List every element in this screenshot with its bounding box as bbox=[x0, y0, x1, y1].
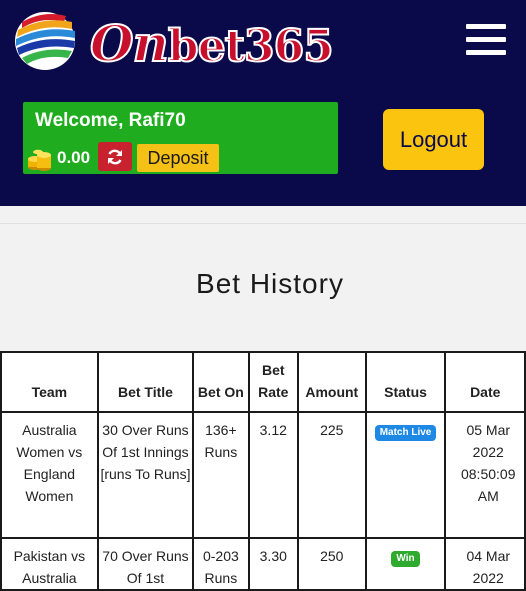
cell-bet-rate: 3.30 bbox=[247, 537, 300, 591]
status-badge: Win bbox=[391, 551, 420, 567]
header-bet-title: Bet Title bbox=[96, 351, 195, 413]
cell-date: 05 Mar 2022 08:50:09 AM bbox=[444, 411, 526, 539]
page-title: Bet History bbox=[196, 268, 344, 299]
header-team: Team bbox=[0, 351, 99, 413]
striped-ball-logo-icon bbox=[15, 12, 75, 70]
main-content: Bet History Team Bet Title Bet On Bet Ra… bbox=[0, 223, 526, 591]
deposit-button[interactable]: Deposit bbox=[137, 144, 219, 172]
cell-bet-rate: 3.12 bbox=[247, 411, 300, 539]
cell-team: Australia Women vs England Women bbox=[0, 411, 99, 539]
logo-wordmark: Onbet365 bbox=[89, 13, 335, 77]
cell-date: 04 Mar 2022 bbox=[444, 537, 526, 591]
welcome-text: Welcome, Rafi70 bbox=[35, 110, 186, 131]
cell-amount: 225 bbox=[297, 411, 367, 539]
balance-value: 0.00 bbox=[57, 148, 91, 167]
site-header: Onbet365 Welcome, Rafi70 0.00 Deposit Lo… bbox=[0, 0, 526, 206]
cell-bet-title: 70 Over Runs Of 1st bbox=[96, 537, 195, 591]
bet-history-table: Team Bet Title Bet On Bet Rate Amount St… bbox=[0, 351, 526, 591]
account-panel: Welcome, Rafi70 0.00 Deposit bbox=[23, 102, 338, 174]
header-date: Date bbox=[444, 351, 526, 413]
header-bet-on: Bet On bbox=[192, 351, 250, 413]
status-badge: Match Live bbox=[374, 425, 437, 441]
logo-first: On bbox=[89, 13, 170, 74]
logo-rest: bet365 bbox=[167, 20, 335, 73]
header-amount: Amount bbox=[297, 351, 367, 413]
header-status: Status bbox=[364, 351, 447, 413]
cell-status: Match Live bbox=[364, 411, 447, 539]
site-logo[interactable]: Onbet365 bbox=[14, 8, 335, 74]
logout-button[interactable]: Logout bbox=[383, 109, 484, 170]
table-row: Australia Women vs England Women 30 Over… bbox=[0, 411, 526, 539]
cell-status: Win bbox=[364, 537, 447, 591]
refresh-balance-button[interactable] bbox=[98, 142, 132, 171]
cell-team: Pakistan vs Australia bbox=[0, 537, 99, 591]
cell-bet-on: 136+ Runs bbox=[192, 411, 250, 539]
cell-bet-on: 0-203 Runs bbox=[192, 537, 250, 591]
refresh-icon bbox=[108, 149, 122, 164]
cell-amount: 250 bbox=[297, 537, 367, 591]
cell-bet-title: 30 Over Runs Of 1st Innings [runs To Run… bbox=[96, 411, 195, 539]
hamburger-menu-icon[interactable] bbox=[466, 24, 506, 56]
table-header-row: Team Bet Title Bet On Bet Rate Amount St… bbox=[0, 351, 526, 413]
gold-coins-icon bbox=[28, 149, 51, 171]
header-bet-rate: Bet Rate bbox=[247, 351, 300, 413]
table-row: Pakistan vs Australia 70 Over Runs Of 1s… bbox=[0, 537, 526, 591]
